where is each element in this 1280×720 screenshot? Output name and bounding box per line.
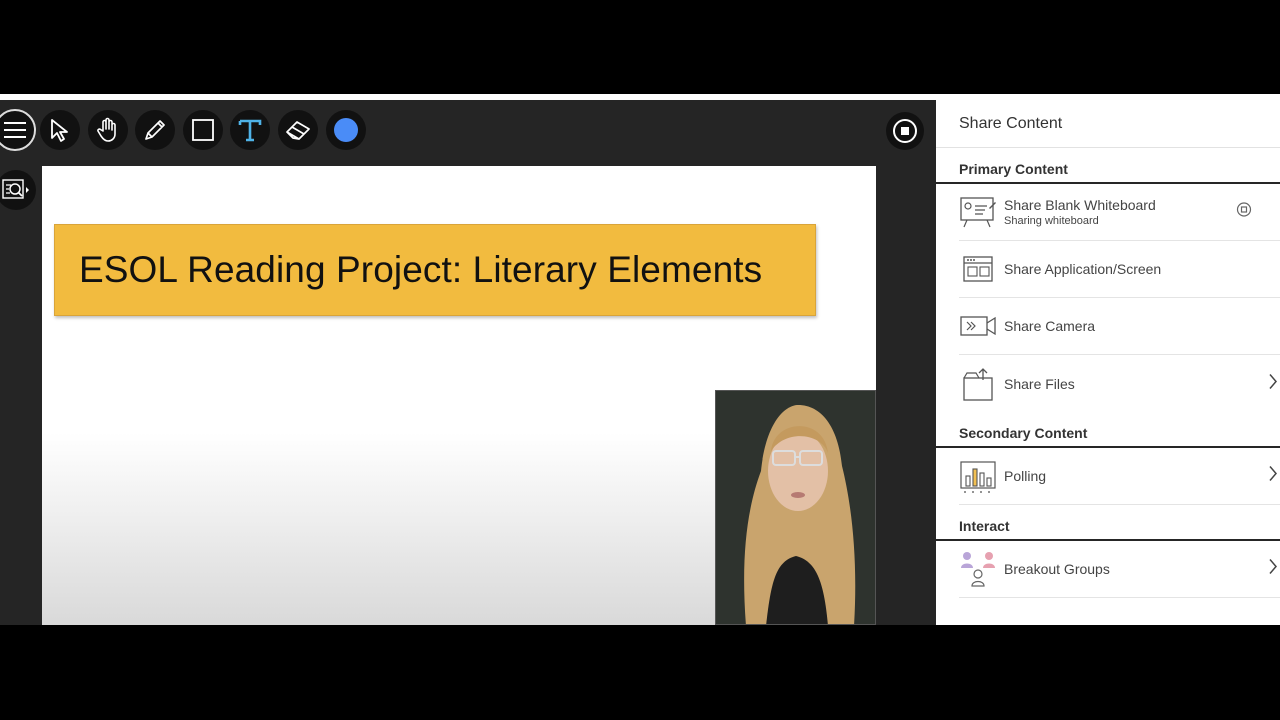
menu-icon [4, 122, 26, 138]
item-label: Share Blank Whiteboard [1004, 197, 1156, 213]
polling[interactable]: Polling [959, 448, 1280, 505]
eraser-tool-button[interactable] [278, 110, 318, 150]
chevron-right-icon [1268, 559, 1278, 580]
item-label: Polling [1004, 468, 1047, 484]
pan-icon [97, 117, 116, 142]
slide-title-banner: ESOL Reading Project: Literary Elements [54, 224, 816, 316]
text-tool-button[interactable] [230, 110, 270, 150]
share-blank-whiteboard[interactable]: Share Blank Whiteboard Sharing whiteboar… [959, 184, 1280, 241]
presenter-video [715, 390, 876, 625]
section-primary-content: Primary Content [936, 148, 1280, 184]
item-sublabel: Sharing whiteboard [1004, 215, 1099, 227]
presenter-avatar [716, 391, 875, 624]
text-icon [238, 119, 262, 142]
files-icon [959, 365, 997, 403]
pencil-tool-button[interactable] [135, 110, 175, 150]
stop-sharing-button[interactable] [886, 112, 924, 150]
share-application-screen[interactable]: Share Application/Screen [959, 241, 1280, 298]
stop-icon [893, 119, 917, 143]
chevron-right-icon [1268, 373, 1278, 394]
stop-whiteboard-button[interactable] [1236, 202, 1252, 223]
screen-share-icon [959, 250, 997, 288]
color-swatch [334, 118, 358, 142]
item-label: Share Camera [1004, 318, 1096, 334]
eraser-icon [286, 121, 310, 140]
item-label: Share Application/Screen [1004, 261, 1162, 277]
item-label: Share Files [1004, 375, 1075, 392]
section-interact: Interact [936, 505, 1280, 541]
share-content-panel: Share Content Primary Content Share Blan… [936, 100, 1280, 625]
item-label: Breakout Groups [1004, 561, 1110, 577]
whiteboard-icon [959, 193, 997, 231]
polling-icon [959, 457, 997, 495]
chevron-right-icon [1268, 466, 1278, 487]
rectangle-tool-button[interactable] [183, 110, 223, 150]
share-files[interactable]: Share Files [959, 355, 1280, 412]
pencil-icon [145, 120, 165, 140]
panel-header: Share Content [936, 100, 1280, 148]
pan-tool-button[interactable] [88, 110, 128, 150]
camera-icon [959, 307, 997, 345]
section-secondary-content: Secondary Content [936, 412, 1280, 448]
zoom-button[interactable] [0, 170, 36, 210]
zoom-icon [2, 179, 29, 199]
slide-title: ESOL Reading Project: Literary Elements [79, 249, 763, 290]
rectangle-icon [192, 119, 214, 141]
breakout-groups-icon [959, 550, 997, 588]
breakout-groups[interactable]: Breakout Groups [959, 541, 1280, 598]
select-tool-button[interactable] [40, 110, 80, 150]
panel-title: Share Content [959, 114, 1063, 132]
select-icon [51, 119, 68, 142]
stop-icon [1236, 202, 1252, 217]
color-picker-button[interactable] [326, 110, 366, 150]
share-camera[interactable]: Share Camera [959, 298, 1280, 355]
menu-button[interactable] [0, 109, 36, 151]
